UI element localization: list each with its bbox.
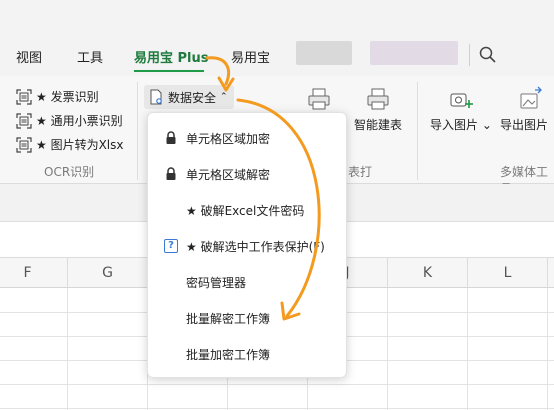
- menu-item-label: 单元格区域解密: [186, 167, 271, 182]
- smart-table-label: 智能建表: [354, 118, 403, 132]
- tab-easyuse[interactable]: 易用宝: [231, 47, 270, 66]
- menu-item-label: 批量加密工作簿: [186, 347, 271, 362]
- data-security-button[interactable]: 数据安全 ⌃: [144, 85, 234, 109]
- menu-item-crack-excel-password[interactable]: ★ 破解Excel文件密码: [148, 195, 346, 225]
- active-tab-indicator: [134, 70, 204, 72]
- ribbon-receipt-ocr[interactable]: ★ 通用小票识别: [16, 112, 123, 129]
- printer-table-icon: [367, 88, 389, 110]
- menu-item-crack-sheet-protection[interactable]: ? ★ 破解选中工作表保护(F): [148, 231, 346, 261]
- grid-line: [67, 288, 68, 410]
- ribbon-label: ★ 发票识别: [36, 90, 99, 104]
- menu-item-label: ★ 破解Excel文件密码: [186, 203, 305, 218]
- column-header-g[interactable]: G: [68, 258, 148, 288]
- blurred-tab: [370, 41, 458, 65]
- column-header-f[interactable]: F: [0, 258, 68, 288]
- lock-icon: [164, 131, 178, 145]
- menu-item-batch-encrypt-workbooks[interactable]: 批量加密工作簿: [148, 339, 346, 369]
- blurred-tab: [296, 41, 352, 65]
- menu-item-decrypt-range[interactable]: 单元格区域解密: [148, 159, 346, 189]
- menu-item-label: 密码管理器: [186, 275, 247, 290]
- insert-image-icon: [450, 93, 473, 108]
- lock-icon: [164, 167, 178, 181]
- column-header-k[interactable]: K: [388, 258, 468, 288]
- ribbon-tab-bar: 视图 工具 易用宝 Plus 易用宝: [0, 0, 554, 76]
- search-icon[interactable]: [478, 45, 498, 65]
- insert-image-label: 导入图片 ⌄: [430, 118, 492, 132]
- help-icon: ?: [164, 239, 178, 253]
- menu-item-encrypt-range[interactable]: 单元格区域加密: [148, 123, 346, 153]
- ribbon-label: ★ 图片转为Xlsx: [36, 138, 124, 152]
- export-image-label: 导出图片 ⌄: [500, 118, 554, 132]
- ribbon-label: ★ 通用小票识别: [36, 114, 123, 128]
- menu-item-label: 批量解密工作簿: [186, 311, 271, 326]
- ribbon-image-to-xlsx[interactable]: ★ 图片转为Xlsx: [16, 136, 123, 153]
- smart-table-button[interactable]: 智能建表: [354, 86, 402, 133]
- group-label-print: 表打: [348, 165, 373, 179]
- tab-tools[interactable]: 工具: [77, 47, 103, 66]
- chevron-up-icon: ⌃: [220, 92, 228, 102]
- menu-item-batch-decrypt-workbooks[interactable]: 批量解密工作簿: [148, 303, 346, 333]
- group-divider: [417, 82, 418, 180]
- tab-divider: [469, 44, 470, 66]
- ocr-scan-icon: [16, 136, 32, 153]
- grid-line: [0, 408, 554, 409]
- group-divider: [137, 82, 138, 180]
- printer-icon: [308, 88, 330, 110]
- grid-line: [547, 288, 548, 410]
- tab-easyuse-plus[interactable]: 易用宝 Plus: [134, 47, 209, 66]
- menu-item-password-manager[interactable]: 密码管理器: [148, 267, 346, 297]
- grid-line: [0, 384, 554, 385]
- export-image-button[interactable]: 导出图片 ⌄: [500, 86, 554, 133]
- grid-line: [387, 288, 388, 410]
- insert-image-button[interactable]: 导入图片 ⌄: [430, 86, 492, 133]
- tab-view[interactable]: 视图: [16, 47, 42, 66]
- ocr-scan-icon: [16, 112, 32, 129]
- ocr-scan-icon: [16, 88, 32, 105]
- grid-line: [467, 288, 468, 410]
- export-image-icon: [520, 86, 542, 109]
- ribbon-invoice-ocr[interactable]: ★ 发票识别: [16, 88, 99, 105]
- document-lock-icon: [150, 89, 162, 105]
- column-header-l[interactable]: L: [468, 258, 548, 288]
- data-security-menu: 单元格区域加密 单元格区域解密 ★ 破解Excel文件密码 ? ★ 破解选中工作…: [147, 112, 347, 378]
- group-label-ocr: OCR识别: [44, 165, 95, 179]
- menu-item-label: ★ 破解选中工作表保护(F): [186, 239, 325, 254]
- menu-item-label: 单元格区域加密: [186, 131, 271, 146]
- data-security-label: 数据安全: [168, 90, 217, 105]
